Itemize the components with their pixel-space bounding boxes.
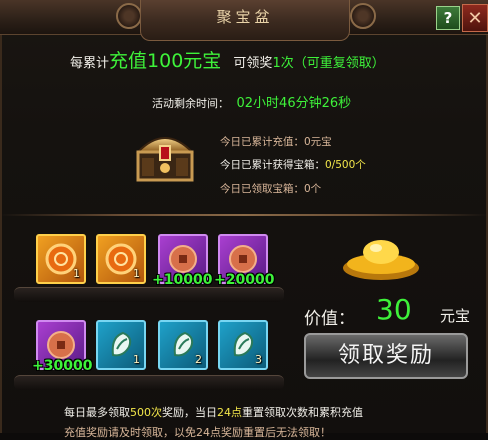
timer-value: 02小时46分钟26秒 <box>236 96 352 111</box>
item-shelf <box>14 375 284 390</box>
reward-item-slot[interactable]: 1 <box>96 234 146 284</box>
today-recharge: 今日已累计充值：0元宝 <box>220 136 332 148</box>
bonus-amount: +20000 <box>214 272 275 288</box>
window-title: 聚宝盆 <box>216 8 274 26</box>
footer-highlight: 500次 <box>130 406 162 419</box>
right-ornament-icon <box>350 3 376 29</box>
bonus-amount: +30000 <box>32 358 93 374</box>
footer-text: 奖励，当日 <box>162 406 217 419</box>
value-amount: 30 <box>376 293 412 326</box>
item-count: 1 <box>133 267 140 280</box>
boxes-row: 今日已累计获得宝箱：0/500个 <box>220 157 366 172</box>
boxes-label: 今日已累计获得宝箱： <box>220 159 325 171</box>
footer-line-1: 每日最多领取500次奖励，当日24点重置领取次数和累积充值 <box>64 404 363 420</box>
help-button[interactable]: ? <box>436 6 460 30</box>
promo-highlight: 充值100元宝 <box>109 50 222 72</box>
promo-mid: 可领奖 <box>233 56 273 71</box>
section-divider <box>0 214 488 216</box>
reward-item-slot[interactable]: 1 <box>36 234 86 284</box>
reward-item-slot[interactable]: 1 <box>96 320 146 370</box>
item-count: 1 <box>73 267 80 280</box>
claimed-boxes: 今日已领取宝箱：0个 <box>220 183 322 195</box>
promo-line: 每累计充值100元宝 可领奖1次（可重复领取） <box>70 46 385 73</box>
footer-highlight: 24点 <box>217 406 242 419</box>
claim-reward-button[interactable]: 领取奖励 <box>304 333 468 379</box>
footer-text: 每日最多领取 <box>64 406 130 419</box>
value-label: 价值： <box>304 309 355 329</box>
item-count: 1 <box>133 353 140 366</box>
title-plate: 聚宝盆 <box>140 0 350 41</box>
value-unit: 元宝 <box>440 307 471 325</box>
promo-prefix: 每累计 <box>70 56 110 71</box>
item-count: 3 <box>255 353 262 366</box>
timer-row: 活动剩余时间： 02小时46分钟26秒 <box>152 92 351 111</box>
item-shelf <box>14 287 284 302</box>
reward-item-slot[interactable]: 2 <box>158 320 208 370</box>
close-button[interactable]: ✕ <box>462 4 488 32</box>
reward-item-slot[interactable]: 3 <box>218 320 268 370</box>
boxes-value: 0/500个 <box>325 159 366 171</box>
item-count: 2 <box>195 353 202 366</box>
treasure-chest-icon <box>135 137 195 182</box>
promo-count: 1次 <box>272 56 294 71</box>
footer-text: 重置领取次数和累积充值 <box>242 406 363 419</box>
left-ornament-icon <box>116 3 142 29</box>
timer-label: 活动剩余时间： <box>152 97 229 110</box>
footer-line-2: 充值奖励请及时领取，以免24点奖励重置后无法领取！ <box>64 426 331 439</box>
promo-suffix: （可重复领取） <box>293 56 385 71</box>
gold-ingot-icon <box>343 240 419 280</box>
bonus-amount: +10000 <box>152 272 213 288</box>
